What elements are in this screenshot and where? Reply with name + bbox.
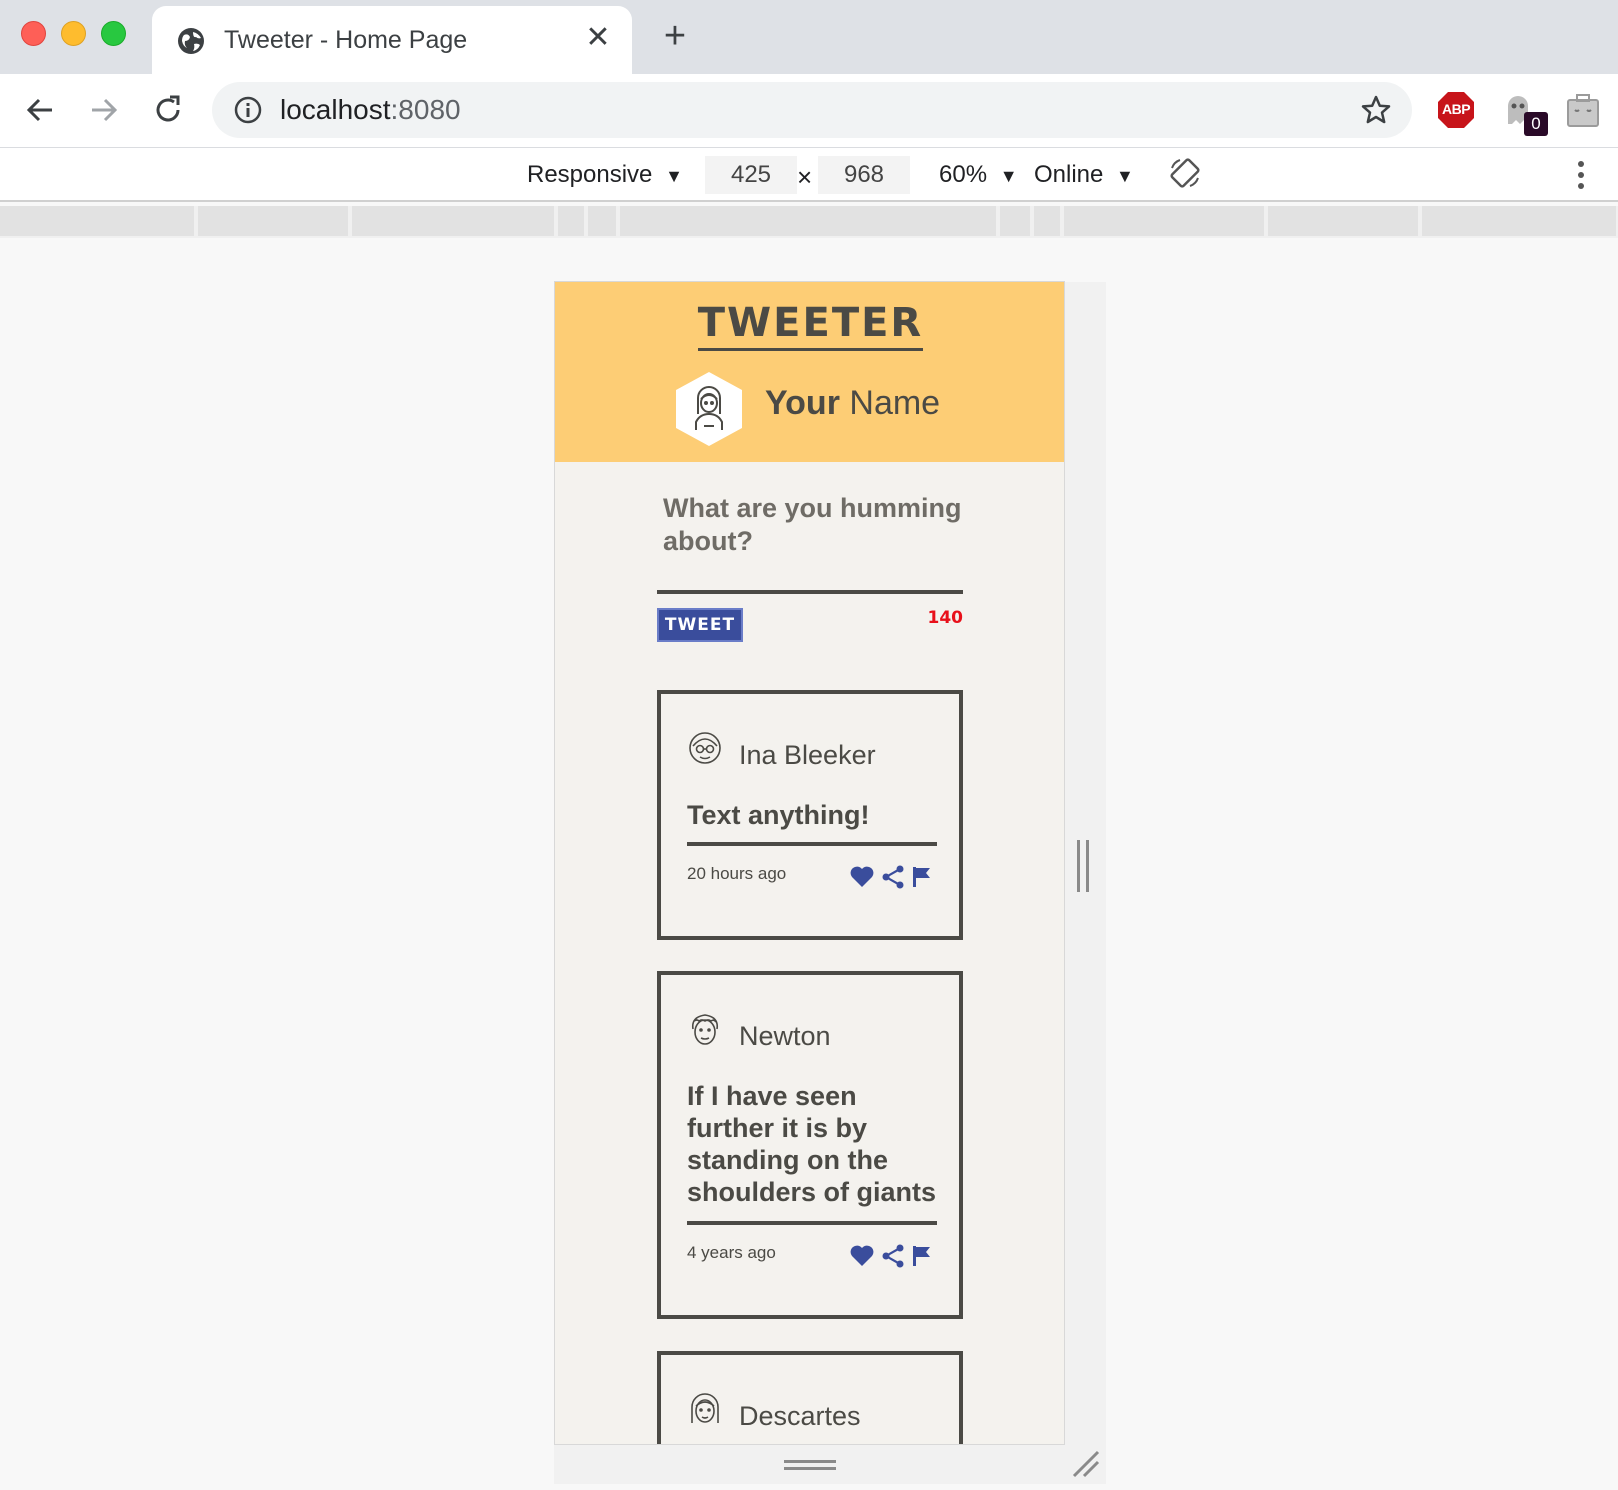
zoom-select-value: 60%: [939, 161, 988, 188]
brand-text: TWEETER: [697, 300, 924, 351]
media-query-bar[interactable]: [1268, 206, 1418, 236]
media-query-ruler: [0, 206, 1618, 238]
tweet-author[interactable]: Ina Bleeker: [739, 740, 876, 771]
tweet-card: Ina Bleeker Text anything! 20 hours ago: [657, 690, 963, 940]
info-icon[interactable]: [234, 96, 262, 124]
tweet-divider: [687, 1221, 937, 1225]
rotate-button[interactable]: [1168, 156, 1202, 190]
tweet-author[interactable]: Descartes: [739, 1401, 861, 1432]
network-throttle-select[interactable]: Online ▼: [1034, 158, 1134, 192]
chevron-down-icon: ▼: [1116, 166, 1134, 186]
tweet-actions: [849, 1243, 933, 1269]
media-query-bar[interactable]: [1422, 206, 1616, 236]
tab-close-icon[interactable]: ✕: [580, 20, 616, 56]
flag-icon[interactable]: [911, 865, 933, 889]
tweet-actions: [849, 864, 933, 890]
flag-icon[interactable]: [911, 1244, 933, 1268]
tab-title: Tweeter - Home Page: [224, 26, 468, 54]
heart-icon[interactable]: [849, 865, 875, 889]
resize-corner-icon[interactable]: [1070, 1448, 1100, 1478]
more-options-button[interactable]: [1575, 158, 1587, 192]
address-bar[interactable]: localhost:8080: [212, 82, 1412, 138]
tweet-text: If I have seen further it is by standing…: [687, 1081, 937, 1207]
tweet-button[interactable]: TWEET: [657, 608, 743, 642]
browser-toolbar: localhost:8080 ABP 0: [0, 74, 1618, 148]
adblock-extension-button[interactable]: ABP: [1436, 90, 1476, 130]
profile-name: Your Name: [765, 384, 940, 423]
tweet-author[interactable]: Newton: [739, 1021, 831, 1052]
character-counter: 140: [927, 608, 964, 628]
media-query-bar[interactable]: [620, 206, 996, 236]
tweet-card: Descartes: [657, 1351, 963, 1444]
briefcase-extension-button[interactable]: [1564, 90, 1604, 130]
tweet-card: Newton If I have seen further it is by s…: [657, 971, 963, 1319]
brand-logo: TWEETER: [555, 300, 1064, 351]
arrow-right-icon: [92, 98, 118, 122]
browser-tab[interactable]: Tweeter - Home Page ✕: [152, 6, 632, 74]
device-select[interactable]: Responsive ▼: [527, 158, 683, 192]
back-button[interactable]: [20, 90, 60, 130]
profile-last-name: Name: [849, 384, 941, 422]
resize-handle-bottom[interactable]: [784, 1460, 836, 1470]
tweet-divider: [687, 842, 937, 846]
width-input[interactable]: 425: [705, 156, 797, 194]
chevron-down-icon: ▼: [999, 166, 1018, 186]
new-tab-button[interactable]: +: [656, 17, 694, 56]
reload-icon: [156, 95, 180, 122]
chevron-down-icon: ▼: [665, 166, 683, 186]
resize-handle-right[interactable]: [1077, 840, 1089, 892]
profile-first-name: Your: [765, 384, 840, 422]
long-hair-face-icon: [691, 1393, 719, 1423]
app-header: TWEETER Your Name: [555, 282, 1064, 462]
arrow-left-icon: [26, 98, 52, 122]
media-query-bar[interactable]: [0, 206, 194, 236]
forward-button[interactable]: [84, 90, 124, 130]
tweet-time: 4 years ago: [687, 1243, 776, 1262]
close-window-button[interactable]: [21, 21, 46, 46]
compose-underline: [657, 590, 963, 594]
media-query-bar[interactable]: [1034, 206, 1060, 236]
tweet-text: Text anything!: [687, 800, 870, 830]
network-throttle-value: Online: [1034, 161, 1104, 188]
heart-icon[interactable]: [849, 1244, 875, 1268]
rotate-icon: [1170, 158, 1200, 188]
app-viewport: TWEETER Your Name What are you humming a…: [554, 281, 1065, 1445]
curly-hair-face-icon: [691, 1014, 719, 1045]
url-text[interactable]: localhost:8080: [280, 94, 461, 126]
ghostery-extension-button[interactable]: 0: [1500, 90, 1548, 136]
ghostery-badge: 0: [1524, 112, 1548, 136]
times-icon: ×: [797, 162, 813, 192]
share-icon[interactable]: [881, 1244, 905, 1268]
media-query-bar[interactable]: [558, 206, 584, 236]
media-query-bar[interactable]: [198, 206, 348, 236]
media-query-bar[interactable]: [1064, 206, 1264, 236]
zoom-select[interactable]: 60% ▼: [939, 158, 1018, 192]
adblock-label: ABP: [1441, 101, 1471, 117]
share-icon[interactable]: [881, 865, 905, 889]
media-query-bar[interactable]: [588, 206, 616, 236]
globe-icon: [178, 28, 204, 54]
reload-button[interactable]: [148, 90, 188, 130]
minimize-window-button[interactable]: [61, 21, 86, 46]
url-port: :8080: [390, 94, 461, 125]
bookmark-star-icon[interactable]: [1360, 94, 1392, 126]
media-query-bar[interactable]: [1000, 206, 1030, 236]
media-query-bar[interactable]: [352, 206, 554, 236]
height-input[interactable]: 968: [818, 156, 910, 194]
compose-input[interactable]: What are you humming about?: [663, 492, 963, 558]
maximize-window-button[interactable]: [101, 21, 126, 46]
device-toolbar: Responsive ▼ 425 × 968 60% ▼ Online ▼: [0, 148, 1618, 202]
tab-bar: Tweeter - Home Page ✕ +: [0, 0, 1618, 74]
glasses-face-icon: [689, 732, 721, 764]
profile-avatar[interactable]: [674, 370, 744, 448]
device-select-value: Responsive: [527, 161, 653, 188]
tweet-time: 20 hours ago: [687, 864, 787, 883]
kebab-menu-icon: [1578, 161, 1584, 189]
briefcase-icon: [1567, 94, 1599, 127]
url-host: localhost: [280, 94, 391, 125]
